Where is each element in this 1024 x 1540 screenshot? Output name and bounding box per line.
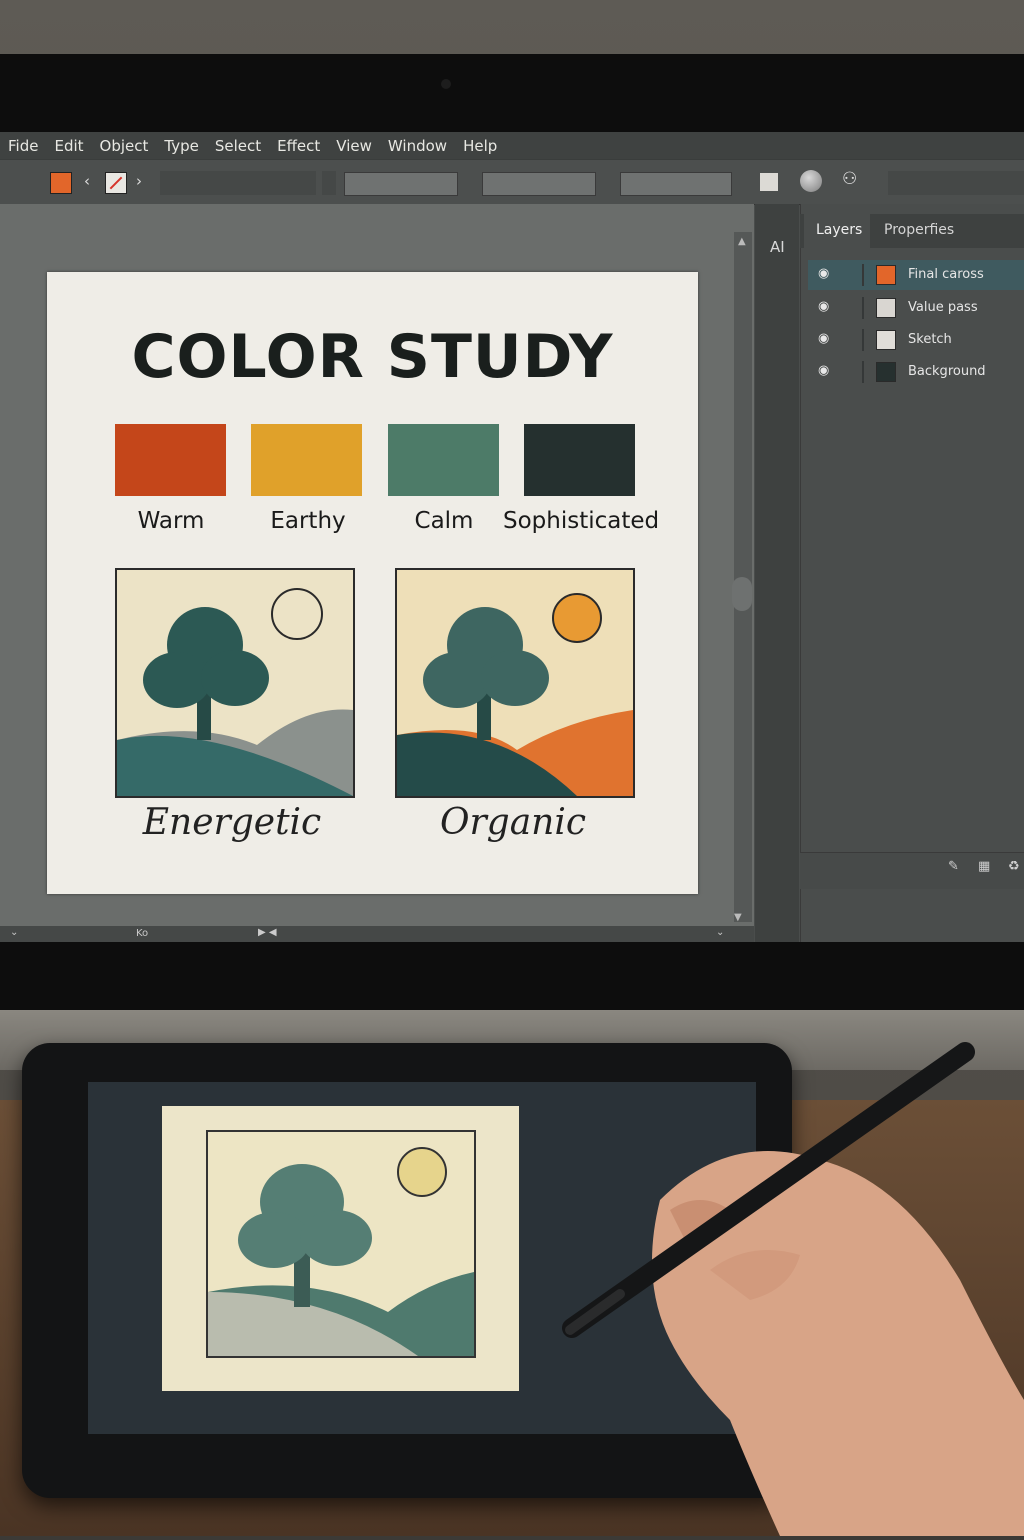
document-setup-icon[interactable] <box>760 173 778 191</box>
webcam <box>441 79 451 89</box>
scroll-down-icon[interactable]: ▼ <box>734 912 742 923</box>
menu-edit[interactable]: Edit <box>46 137 91 155</box>
thumbnail-organic[interactable] <box>395 568 635 798</box>
divider <box>862 361 864 383</box>
layer-row-final[interactable]: ◉ Final caross <box>808 260 1024 290</box>
tree-illustration <box>117 588 353 796</box>
divider <box>862 297 864 319</box>
tablet-sketch <box>206 1130 476 1358</box>
layer-thumbnail <box>876 298 896 318</box>
swatch-earthy[interactable] <box>251 424 362 496</box>
artboard-nav-icon[interactable]: ▶ ◀ <box>258 927 277 938</box>
menu-bar: Fide Edit Object Type Select Effect View… <box>0 132 1024 159</box>
search-field[interactable] <box>888 171 1024 195</box>
eye-icon[interactable]: ◉ <box>818 363 829 378</box>
swatch-sophisticated[interactable] <box>524 424 635 496</box>
thumbnail-energetic[interactable] <box>115 568 355 798</box>
thumbnail-label-energetic: Energetic <box>142 802 322 843</box>
locate-object-icon[interactable]: ✎ <box>948 859 959 874</box>
separator <box>322 171 336 195</box>
scroll-thumb[interactable] <box>732 577 752 611</box>
layer-row-background[interactable]: ◉ Background <box>808 357 1024 387</box>
layer-name: Sketch <box>908 332 952 347</box>
stylus-pen <box>562 1042 1024 1536</box>
style-field[interactable] <box>160 171 316 195</box>
divider <box>862 329 864 351</box>
layer-thumbnail <box>876 265 896 285</box>
menu-window[interactable]: Window <box>380 137 455 155</box>
eye-icon[interactable]: ◉ <box>818 299 829 314</box>
delete-layer-icon[interactable]: ♻ <box>1008 859 1020 874</box>
zoom-level[interactable]: Ko <box>136 928 148 939</box>
swatch-label-earthy: Earthy <box>270 508 346 534</box>
tree-illustration-warm <box>397 593 633 796</box>
tool-strip <box>755 204 799 942</box>
layer-name: Final caross <box>908 267 984 282</box>
stroke-weight-field[interactable] <box>344 172 458 196</box>
brush-definition-field[interactable] <box>482 172 596 196</box>
artboard[interactable]: COLOR STUDY Warm Earthy Calm Sophisticat… <box>47 272 698 894</box>
chevron-right-icon[interactable]: › <box>136 172 142 190</box>
swatch-label-calm: Calm <box>414 508 474 534</box>
menu-object[interactable]: Object <box>92 137 157 155</box>
menu-view[interactable]: View <box>328 137 380 155</box>
menu-effect[interactable]: Effect <box>269 137 328 155</box>
ai-label[interactable]: AI <box>770 238 785 256</box>
swatch-label-warm: Warm <box>137 508 205 534</box>
tab-layers[interactable]: Layers <box>804 214 870 248</box>
menu-type[interactable]: Type <box>156 137 206 155</box>
swatch-calm[interactable] <box>388 424 499 496</box>
fill-color-swatch[interactable] <box>50 172 72 194</box>
layer-thumbnail <box>876 362 896 382</box>
swatch-warm[interactable] <box>115 424 226 496</box>
swatch-label-sophisticated: Sophisticated <box>503 508 660 534</box>
layer-name: Background <box>908 364 986 379</box>
layer-thumbnail <box>876 330 896 350</box>
zoom-dropdown-icon[interactable]: ⌄ <box>10 927 18 938</box>
status-bar: ⌄ Ko ▶ ◀ ⌄ <box>0 926 754 942</box>
new-layer-icon[interactable]: ▦ <box>978 859 990 874</box>
layer-row-value-pass[interactable]: ◉ Value pass <box>808 293 1024 323</box>
layer-name: Value pass <box>908 300 978 315</box>
tablet-tree-sketch <box>208 1147 474 1356</box>
eye-icon[interactable]: ◉ <box>818 331 829 346</box>
menu-select[interactable]: Select <box>207 137 269 155</box>
scroll-up-icon[interactable]: ▲ <box>738 236 746 247</box>
chevron-left-icon[interactable]: ‹ <box>84 172 90 190</box>
globe-icon[interactable] <box>800 170 822 192</box>
tab-properties[interactable]: Properfies <box>884 222 954 238</box>
divider <box>862 264 864 286</box>
menu-help[interactable]: Help <box>455 137 505 155</box>
layer-row-sketch[interactable]: ◉ Sketch <box>808 325 1024 355</box>
no-stroke-icon[interactable] <box>105 172 127 194</box>
panel-footer <box>800 852 1024 889</box>
monitor-screen: Fide Edit Object Type Select Effect View… <box>0 132 1024 942</box>
control-bar: ‹ › ⚇ <box>0 159 1024 205</box>
status-menu-icon[interactable]: ⌄ <box>716 927 724 938</box>
opacity-field[interactable] <box>620 172 732 196</box>
artboard-title: COLOR STUDY <box>131 322 614 392</box>
thumbnail-label-organic: Organic <box>439 802 587 843</box>
hand-with-stylus <box>560 1040 1024 1536</box>
puppet-warp-icon[interactable]: ⚇ <box>842 169 857 189</box>
eye-icon[interactable]: ◉ <box>818 266 829 281</box>
menu-file[interactable]: Fide <box>0 137 46 155</box>
